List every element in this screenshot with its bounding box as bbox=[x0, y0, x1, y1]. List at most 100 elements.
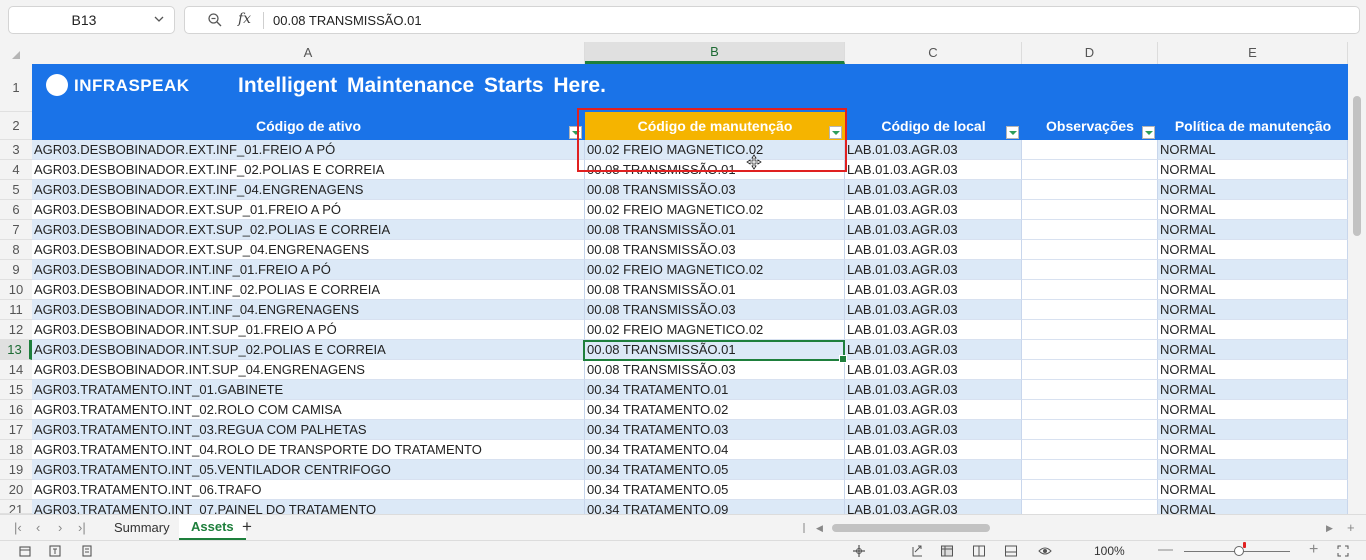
sheet-grid[interactable]: INFRASPEAK Intelligent Maintenance Start… bbox=[32, 64, 1348, 514]
last-sheet-icon[interactable]: ›| bbox=[78, 520, 86, 535]
cell-asset-code[interactable]: AGR03.TRATAMENTO.INT_01.GABINETE bbox=[32, 380, 585, 400]
eye-view-icon[interactable] bbox=[1038, 544, 1052, 558]
row-header[interactable]: 4 bbox=[0, 160, 32, 180]
row-header[interactable]: 7 bbox=[0, 220, 32, 240]
cell-maintenance-policy[interactable]: NORMAL bbox=[1158, 360, 1348, 380]
column-header-c[interactable]: C bbox=[845, 42, 1022, 64]
cell-location-code[interactable]: LAB.01.03.AGR.03 bbox=[845, 260, 1022, 280]
header-maintenance-code[interactable]: Código de manutenção bbox=[585, 112, 845, 140]
formula-value[interactable]: 00.08 TRANSMISSÃO.01 bbox=[273, 13, 422, 28]
cell-location-code[interactable]: LAB.01.03.AGR.03 bbox=[845, 160, 1022, 180]
page-break-icon[interactable] bbox=[1004, 544, 1018, 558]
cell-maintenance-code[interactable]: 00.08 TRANSMISSÃO.03 bbox=[585, 300, 845, 320]
cell-observations[interactable] bbox=[1022, 460, 1158, 480]
cell-location-code[interactable]: LAB.01.03.AGR.03 bbox=[845, 240, 1022, 260]
cell-asset-code[interactable]: AGR03.TRATAMENTO.INT_03.REGUA COM PALHET… bbox=[32, 420, 585, 440]
page-layout-icon[interactable] bbox=[972, 544, 986, 558]
cell-observations[interactable] bbox=[1022, 320, 1158, 340]
first-sheet-icon[interactable]: |‹ bbox=[14, 520, 22, 535]
cell-maintenance-policy[interactable]: NORMAL bbox=[1158, 340, 1348, 360]
cell-observations[interactable] bbox=[1022, 200, 1158, 220]
cell-maintenance-policy[interactable]: NORMAL bbox=[1158, 180, 1348, 200]
cell-asset-code[interactable]: AGR03.DESBOBINADOR.EXT.SUP_01.FREIO A PÓ bbox=[32, 200, 585, 220]
fullscreen-icon[interactable] bbox=[1336, 544, 1350, 558]
calendar-icon[interactable] bbox=[18, 544, 32, 558]
scroll-separator[interactable] bbox=[803, 523, 805, 533]
cell-asset-code[interactable]: AGR03.DESBOBINADOR.INT.INF_01.FREIO A PÓ bbox=[32, 260, 585, 280]
row-header-selected[interactable]: 13 bbox=[0, 340, 32, 360]
cell-maintenance-policy[interactable]: NORMAL bbox=[1158, 480, 1348, 500]
horizontal-scroll-thumb[interactable] bbox=[832, 524, 990, 532]
cell-location-code[interactable]: LAB.01.03.AGR.03 bbox=[845, 400, 1022, 420]
cell-maintenance-code[interactable]: 00.34 TRATAMENTO.02 bbox=[585, 400, 845, 420]
zoom-out-icon[interactable]: — bbox=[1158, 541, 1173, 558]
cell-observations[interactable] bbox=[1022, 500, 1158, 514]
cell-location-code[interactable]: LAB.01.03.AGR.03 bbox=[845, 280, 1022, 300]
cell-asset-code[interactable]: AGR03.DESBOBINADOR.EXT.INF_04.ENGRENAGEN… bbox=[32, 180, 585, 200]
cell-location-code[interactable]: LAB.01.03.AGR.03 bbox=[845, 480, 1022, 500]
cell-asset-code[interactable]: AGR03.DESBOBINADOR.INT.SUP_02.POLIAS E C… bbox=[32, 340, 585, 360]
cell-location-code[interactable]: LAB.01.03.AGR.03 bbox=[845, 320, 1022, 340]
zoom-slider-knob[interactable] bbox=[1234, 546, 1244, 556]
macro-icon[interactable] bbox=[80, 544, 94, 558]
chevron-down-icon[interactable] bbox=[153, 13, 165, 25]
cell-maintenance-code[interactable]: 00.08 TRANSMISSÃO.03 bbox=[585, 240, 845, 260]
accessibility-icon[interactable] bbox=[48, 544, 62, 558]
cell-asset-code[interactable]: AGR03.TRATAMENTO.INT_04.ROLO DE TRANSPOR… bbox=[32, 440, 585, 460]
row-header[interactable]: 3 bbox=[0, 140, 32, 160]
cell-asset-code[interactable]: AGR03.TRATAMENTO.INT_05.VENTILADOR CENTR… bbox=[32, 460, 585, 480]
row-header[interactable]: 16 bbox=[0, 400, 32, 420]
cell-observations[interactable] bbox=[1022, 160, 1158, 180]
cell-observations[interactable] bbox=[1022, 220, 1158, 240]
row-header[interactable]: 6 bbox=[0, 200, 32, 220]
cell-location-code[interactable]: LAB.01.03.AGR.03 bbox=[845, 200, 1022, 220]
cell-asset-code[interactable]: AGR03.DESBOBINADOR.EXT.INF_01.FREIO A PÓ bbox=[32, 140, 585, 160]
cell-observations[interactable] bbox=[1022, 360, 1158, 380]
cell-maintenance-code[interactable]: 00.34 TRATAMENTO.01 bbox=[585, 380, 845, 400]
cell-maintenance-code[interactable]: 00.02 FREIO MAGNETICO.02 bbox=[585, 140, 845, 160]
cell-maintenance-policy[interactable]: NORMAL bbox=[1158, 160, 1348, 180]
cell-maintenance-policy[interactable]: NORMAL bbox=[1158, 420, 1348, 440]
cell-observations[interactable] bbox=[1022, 280, 1158, 300]
tab-summary[interactable]: Summary bbox=[102, 515, 182, 541]
filter-dropdown-icon[interactable] bbox=[1142, 126, 1155, 139]
row-header[interactable]: 8 bbox=[0, 240, 32, 260]
cell-maintenance-policy[interactable]: NORMAL bbox=[1158, 140, 1348, 160]
zoom-in-icon[interactable]: + bbox=[1309, 541, 1318, 559]
filter-dropdown-icon[interactable] bbox=[569, 126, 582, 139]
cell-maintenance-policy[interactable]: NORMAL bbox=[1158, 220, 1348, 240]
cell-observations[interactable] bbox=[1022, 420, 1158, 440]
cell-location-code[interactable]: LAB.01.03.AGR.03 bbox=[845, 180, 1022, 200]
cell-location-code[interactable]: LAB.01.03.AGR.03 bbox=[845, 460, 1022, 480]
cell-observations[interactable] bbox=[1022, 140, 1158, 160]
cell-location-code[interactable]: LAB.01.03.AGR.03 bbox=[845, 340, 1022, 360]
cell-location-code[interactable]: LAB.01.03.AGR.03 bbox=[845, 380, 1022, 400]
cell-location-code[interactable]: LAB.01.03.AGR.03 bbox=[845, 500, 1022, 514]
fx-icon[interactable]: fx bbox=[238, 11, 251, 27]
cell-observations[interactable] bbox=[1022, 380, 1158, 400]
cell-maintenance-code[interactable]: 00.34 TRATAMENTO.05 bbox=[585, 460, 845, 480]
cell-maintenance-code[interactable]: 00.02 FREIO MAGNETICO.02 bbox=[585, 200, 845, 220]
cell-maintenance-code[interactable]: 00.08 TRANSMISSÃO.03 bbox=[585, 360, 845, 380]
cell-observations[interactable] bbox=[1022, 180, 1158, 200]
cell-maintenance-code[interactable]: 00.34 TRATAMENTO.03 bbox=[585, 420, 845, 440]
cell-maintenance-policy[interactable]: NORMAL bbox=[1158, 280, 1348, 300]
scroll-left-icon[interactable]: ◀ bbox=[816, 523, 823, 534]
column-header-a[interactable]: A bbox=[32, 42, 585, 64]
cell-asset-code[interactable]: AGR03.DESBOBINADOR.EXT.INF_02.POLIAS E C… bbox=[32, 160, 585, 180]
add-sheet-icon[interactable]: + bbox=[242, 517, 252, 537]
cell-location-code[interactable]: LAB.01.03.AGR.03 bbox=[845, 140, 1022, 160]
cell-maintenance-policy[interactable]: NORMAL bbox=[1158, 200, 1348, 220]
cell-observations[interactable] bbox=[1022, 440, 1158, 460]
cell-location-code[interactable]: LAB.01.03.AGR.03 bbox=[845, 440, 1022, 460]
vertical-scrollbar[interactable] bbox=[1348, 64, 1366, 514]
column-header-d[interactable]: D bbox=[1022, 42, 1158, 64]
header-asset-code[interactable]: Código de ativo bbox=[32, 112, 585, 140]
name-box[interactable]: B13 bbox=[8, 6, 175, 34]
zoom-search-icon[interactable] bbox=[207, 12, 223, 28]
cell-observations[interactable] bbox=[1022, 300, 1158, 320]
row-header[interactable]: 19 bbox=[0, 460, 32, 480]
cell-maintenance-policy[interactable]: NORMAL bbox=[1158, 400, 1348, 420]
row-header[interactable]: 5 bbox=[0, 180, 32, 200]
cell-maintenance-code[interactable]: 00.08 TRANSMISSÃO.01 bbox=[585, 160, 845, 180]
